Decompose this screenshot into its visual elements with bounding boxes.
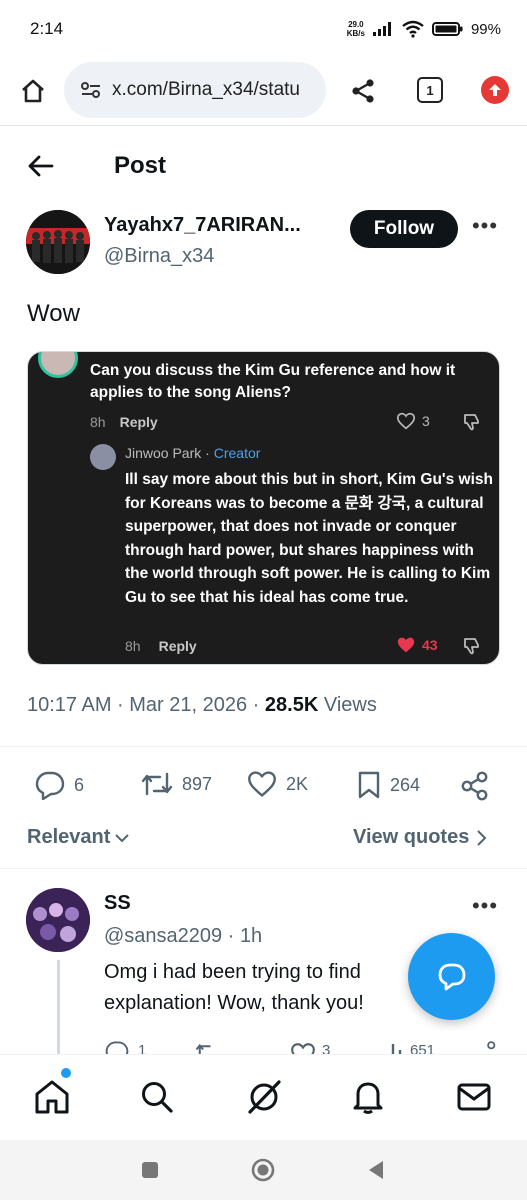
creator-reply-likes: 43 [396, 636, 438, 654]
author-avatar[interactable] [26, 210, 90, 274]
reply-icon [35, 771, 65, 800]
wifi-icon [402, 20, 424, 38]
reply-author-handle[interactable]: @sansa2209 · 1h [104, 925, 262, 948]
more-options-icon[interactable]: ••• [470, 215, 500, 240]
tab-notifications[interactable] [348, 1077, 388, 1117]
arrow-up-icon [489, 84, 501, 96]
heart-outline-icon [396, 412, 416, 430]
bottom-tab-bar [0, 1054, 527, 1140]
post-timestamp: 10:17 AM · Mar 21, 2026 · 28.5K Views [27, 694, 377, 716]
divider [0, 868, 527, 869]
heart-icon [248, 771, 276, 797]
dislike-icon [464, 638, 479, 655]
share-post-button[interactable] [460, 770, 490, 802]
tab-search[interactable] [137, 1077, 177, 1117]
follow-button[interactable]: Follow [350, 210, 458, 248]
system-back-button[interactable] [364, 1158, 388, 1182]
compose-reply-button[interactable] [408, 933, 495, 1020]
share-icon [461, 771, 488, 801]
views-count[interactable]: 28.5K [265, 694, 318, 716]
update-button[interactable] [481, 76, 509, 104]
home-icon [35, 1080, 69, 1114]
attached-image[interactable]: Can you discuss the Kim Gu reference and… [27, 351, 500, 665]
reply-actions-partial: 1 3 651 [104, 1040, 504, 1054]
bookmark-button[interactable]: 264 [356, 770, 420, 800]
commenter-avatar [38, 352, 78, 378]
home-icon [22, 79, 44, 103]
creator-reply-text: Ill say more about this but in short, Ki… [125, 471, 493, 606]
more-options-icon[interactable]: ••• [470, 895, 500, 920]
network-speed: 29.0 KB/s [346, 20, 365, 38]
status-time: 2:14 [30, 19, 64, 38]
avatar-image [26, 888, 90, 952]
tab-grok[interactable] [244, 1077, 284, 1117]
square-icon [142, 1162, 158, 1178]
home-button[interactable] [18, 76, 48, 106]
author-name[interactable]: Yayahx7_7ARIRAN... [104, 214, 334, 237]
heart-icon[interactable] [290, 1042, 316, 1054]
share-icon [352, 79, 374, 103]
reply-text: Omg i had been trying to find explanatio… [104, 961, 364, 1014]
chevron-right-icon [477, 829, 487, 846]
bookmark-icon [358, 771, 380, 799]
triangle-back-icon [369, 1161, 383, 1179]
back-arrow-icon[interactable] [26, 151, 56, 181]
repost-icon[interactable] [194, 1040, 222, 1054]
reply-icon[interactable] [104, 1040, 130, 1054]
repost-icon [141, 772, 173, 796]
share-button[interactable] [348, 76, 378, 106]
author-handle[interactable]: @Birna_x34 [104, 245, 214, 268]
reply-avatar[interactable] [26, 888, 90, 952]
tweet-text: Wow [27, 300, 80, 327]
thread-line [57, 960, 60, 1055]
like-button[interactable]: 2K [246, 770, 308, 798]
site-settings-icon[interactable] [80, 80, 102, 100]
comment-likes: 3 [396, 412, 430, 430]
post-header: Post [0, 127, 527, 205]
creator-name-line: Jinwoo Park · Creator [125, 445, 261, 461]
dislike-icon [464, 414, 479, 431]
repost-button[interactable]: 897 [140, 770, 212, 798]
url-text[interactable]: x.com/Birna_x34/statu [112, 79, 320, 101]
status-icons: 29.0 KB/s 99% [347, 20, 501, 38]
creator-reply-meta: 8h Reply [125, 638, 197, 654]
post-actions: 6 897 2K 264 [0, 770, 527, 806]
search-icon [142, 1082, 173, 1113]
recents-button[interactable] [138, 1158, 162, 1182]
battery-icon [431, 22, 463, 36]
comment-question: Can you discuss the Kim Gu reference and… [90, 362, 456, 401]
url-bar[interactable]: x.com/Birna_x34/statu [64, 62, 326, 118]
creator-avatar [90, 444, 116, 470]
reply-button[interactable]: 6 [34, 770, 84, 800]
share-icon[interactable] [474, 1040, 498, 1054]
comment-meta: 8h Reply [90, 414, 158, 430]
mail-icon [457, 1083, 491, 1111]
battery-percent: 99% [470, 20, 501, 38]
browser-toolbar: x.com/Birna_x34/statu 1 [0, 58, 527, 126]
grok-icon [248, 1080, 281, 1114]
sort-relevant-dropdown[interactable]: Relevant [27, 826, 130, 849]
page-title: Post [114, 152, 167, 179]
chat-bubble-icon [438, 963, 465, 990]
bell-icon [353, 1082, 383, 1114]
system-navigation-bar [0, 1140, 527, 1200]
signal-icon [372, 22, 391, 36]
divider [0, 746, 527, 747]
views-icon[interactable] [382, 1040, 404, 1054]
chevron-down-icon [115, 833, 130, 842]
heart-filled-icon [397, 637, 415, 653]
tab-messages[interactable] [454, 1077, 494, 1117]
status-bar: 2:14 29.0 KB/s 99% [0, 0, 527, 58]
circle-icon [251, 1158, 275, 1182]
view-quotes-link[interactable]: View quotes [353, 826, 487, 849]
tab-switcher-button[interactable]: 1 [417, 77, 443, 103]
reply-author-name[interactable]: SS [104, 892, 131, 915]
home-notification-dot [61, 1068, 71, 1078]
system-home-button[interactable] [251, 1158, 275, 1182]
avatar-image [26, 210, 90, 274]
tab-home[interactable] [32, 1077, 72, 1117]
